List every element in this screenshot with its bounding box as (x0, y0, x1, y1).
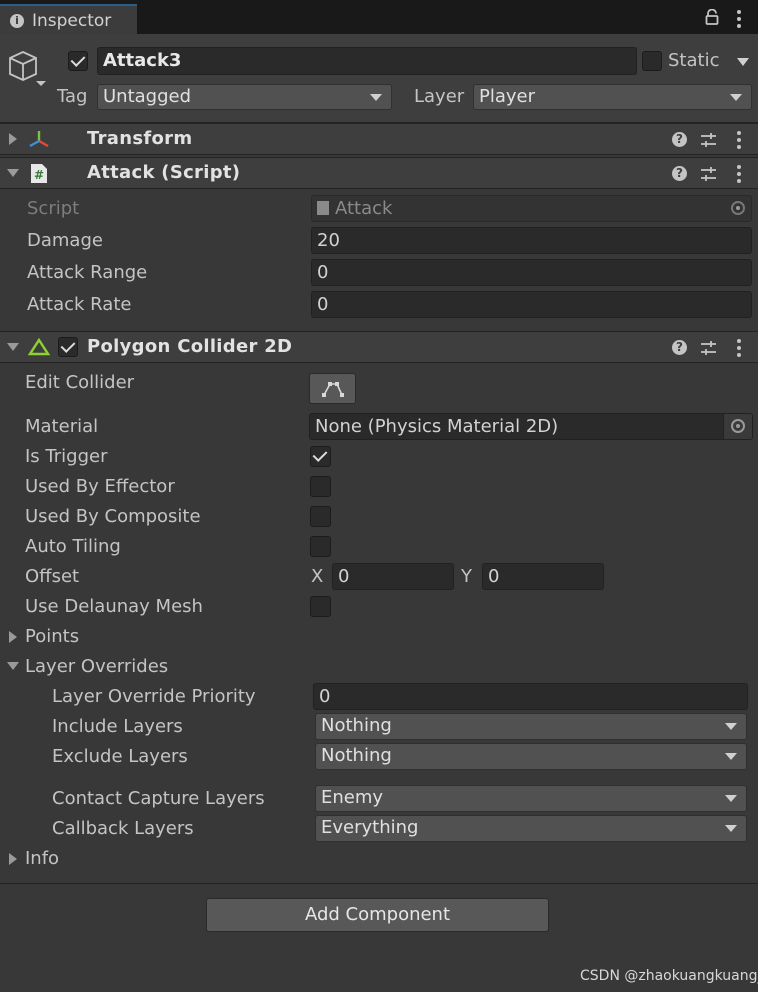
component-menu-icon[interactable] (737, 131, 741, 152)
info-foldout-arrow[interactable] (9, 853, 17, 865)
edit-collider-icon (321, 382, 344, 397)
lock-icon[interactable] (704, 8, 720, 25)
script-value: Attack (335, 198, 393, 219)
override-priority-field[interactable]: 0 (313, 683, 748, 710)
svg-text:#: # (34, 168, 44, 182)
transform-foldout-arrow[interactable] (9, 133, 17, 145)
offset-y-field[interactable]: 0 (482, 563, 604, 590)
help-icon[interactable]: ? (672, 166, 687, 181)
attack-rate-field[interactable]: 0 (311, 291, 752, 318)
component-menu-icon[interactable] (737, 165, 741, 186)
script-label: Script (27, 198, 80, 219)
is-trigger-checkbox[interactable] (310, 446, 331, 467)
tag-dropdown[interactable]: Untagged (97, 84, 392, 110)
transform-header[interactable]: Transform ? (0, 123, 758, 155)
object-picker-icon (731, 419, 745, 433)
used-by-effector-label: Used By Effector (25, 476, 175, 497)
attack-script-title: Attack (Script) (87, 162, 241, 183)
exclude-layers-label: Exclude Layers (52, 746, 188, 767)
tab-menu-icon[interactable] (737, 10, 741, 31)
damage-label: Damage (27, 230, 103, 251)
help-icon[interactable]: ? (672, 340, 687, 355)
auto-tiling-label: Auto Tiling (25, 536, 121, 557)
static-dropdown-icon[interactable] (737, 58, 749, 66)
transform-icon (27, 128, 51, 152)
object-name-field[interactable]: Attack3 (97, 47, 637, 75)
callback-layers-label: Callback Layers (52, 818, 194, 839)
points-foldout-arrow[interactable] (9, 631, 17, 643)
contact-capture-label: Contact Capture Layers (52, 788, 265, 809)
active-checkbox[interactable] (68, 51, 88, 71)
static-checkbox[interactable] (642, 51, 662, 71)
used-by-composite-checkbox[interactable] (310, 506, 331, 527)
contact-capture-dropdown[interactable]: Enemy (315, 785, 747, 812)
collider-foldout-arrow[interactable] (7, 343, 19, 351)
include-layers-dropdown[interactable]: Nothing (315, 713, 747, 740)
polygon-collider-icon (27, 337, 51, 357)
offset-label: Offset (25, 566, 80, 587)
used-by-effector-checkbox[interactable] (310, 476, 331, 497)
tag-label: Tag (57, 86, 88, 107)
polygon-collider-header[interactable]: Polygon Collider 2D ? (0, 331, 758, 363)
delaunay-checkbox[interactable] (310, 596, 331, 617)
preset-icon[interactable] (700, 166, 717, 182)
info-foldout[interactable]: Info (25, 848, 59, 869)
callback-layers-dropdown[interactable]: Everything (315, 815, 747, 842)
layer-overrides-foldout[interactable]: Layer Overrides (25, 656, 168, 677)
script-file-icon: # (30, 163, 48, 184)
attack-range-field[interactable]: 0 (311, 259, 752, 286)
material-value: None (Physics Material 2D) (315, 416, 559, 437)
edit-collider-label: Edit Collider (25, 372, 135, 393)
script-small-icon (317, 201, 329, 215)
damage-field[interactable]: 20 (311, 227, 752, 254)
gameobject-icon[interactable] (6, 48, 46, 88)
is-trigger-label: Is Trigger (25, 446, 108, 467)
object-header: Attack3 Static Tag Untagged Layer Player (0, 34, 758, 123)
offset-x-field[interactable]: 0 (332, 563, 454, 590)
tab-bar: i Inspector (0, 0, 758, 34)
layer-overrides-foldout-arrow[interactable] (7, 662, 19, 670)
add-component-button[interactable]: Add Component (206, 898, 549, 932)
attack-script-header[interactable]: # Attack (Script) ? (0, 157, 758, 189)
offset-y-label: Y (461, 566, 472, 587)
override-priority-label: Layer Override Priority (52, 686, 256, 707)
layer-label: Layer (414, 86, 465, 107)
polygon-collider-title: Polygon Collider 2D (87, 336, 293, 357)
info-icon: i (10, 14, 24, 28)
edit-collider-button[interactable] (309, 373, 356, 404)
attack-rate-label: Attack Rate (27, 294, 132, 315)
component-menu-icon[interactable] (737, 339, 741, 360)
components-divider (0, 883, 758, 884)
tab-inspector-label: Inspector (32, 11, 112, 31)
object-picker-icon (731, 201, 745, 215)
layer-dropdown[interactable]: Player (473, 84, 752, 110)
help-icon[interactable]: ? (672, 132, 687, 147)
exclude-layers-dropdown[interactable]: Nothing (315, 743, 747, 770)
delaunay-label: Use Delaunay Mesh (25, 596, 203, 617)
auto-tiling-checkbox[interactable] (310, 536, 331, 557)
material-field[interactable]: None (Physics Material 2D) (309, 413, 753, 440)
attack-foldout-arrow[interactable] (7, 169, 19, 177)
tab-inspector[interactable]: i Inspector (0, 4, 137, 34)
static-label: Static (668, 50, 720, 71)
preset-icon[interactable] (700, 132, 717, 148)
include-layers-label: Include Layers (52, 716, 183, 737)
used-by-composite-label: Used By Composite (25, 506, 201, 527)
transform-title: Transform (87, 128, 193, 149)
collider-enabled-checkbox[interactable] (58, 337, 78, 357)
script-field: Attack (311, 195, 752, 222)
points-foldout[interactable]: Points (25, 626, 79, 647)
watermark: CSDN @zhaokuangkuang_ (580, 968, 758, 984)
preset-icon[interactable] (700, 340, 717, 356)
offset-x-label: X (311, 566, 324, 587)
material-label: Material (25, 416, 99, 437)
attack-range-label: Attack Range (27, 262, 148, 283)
